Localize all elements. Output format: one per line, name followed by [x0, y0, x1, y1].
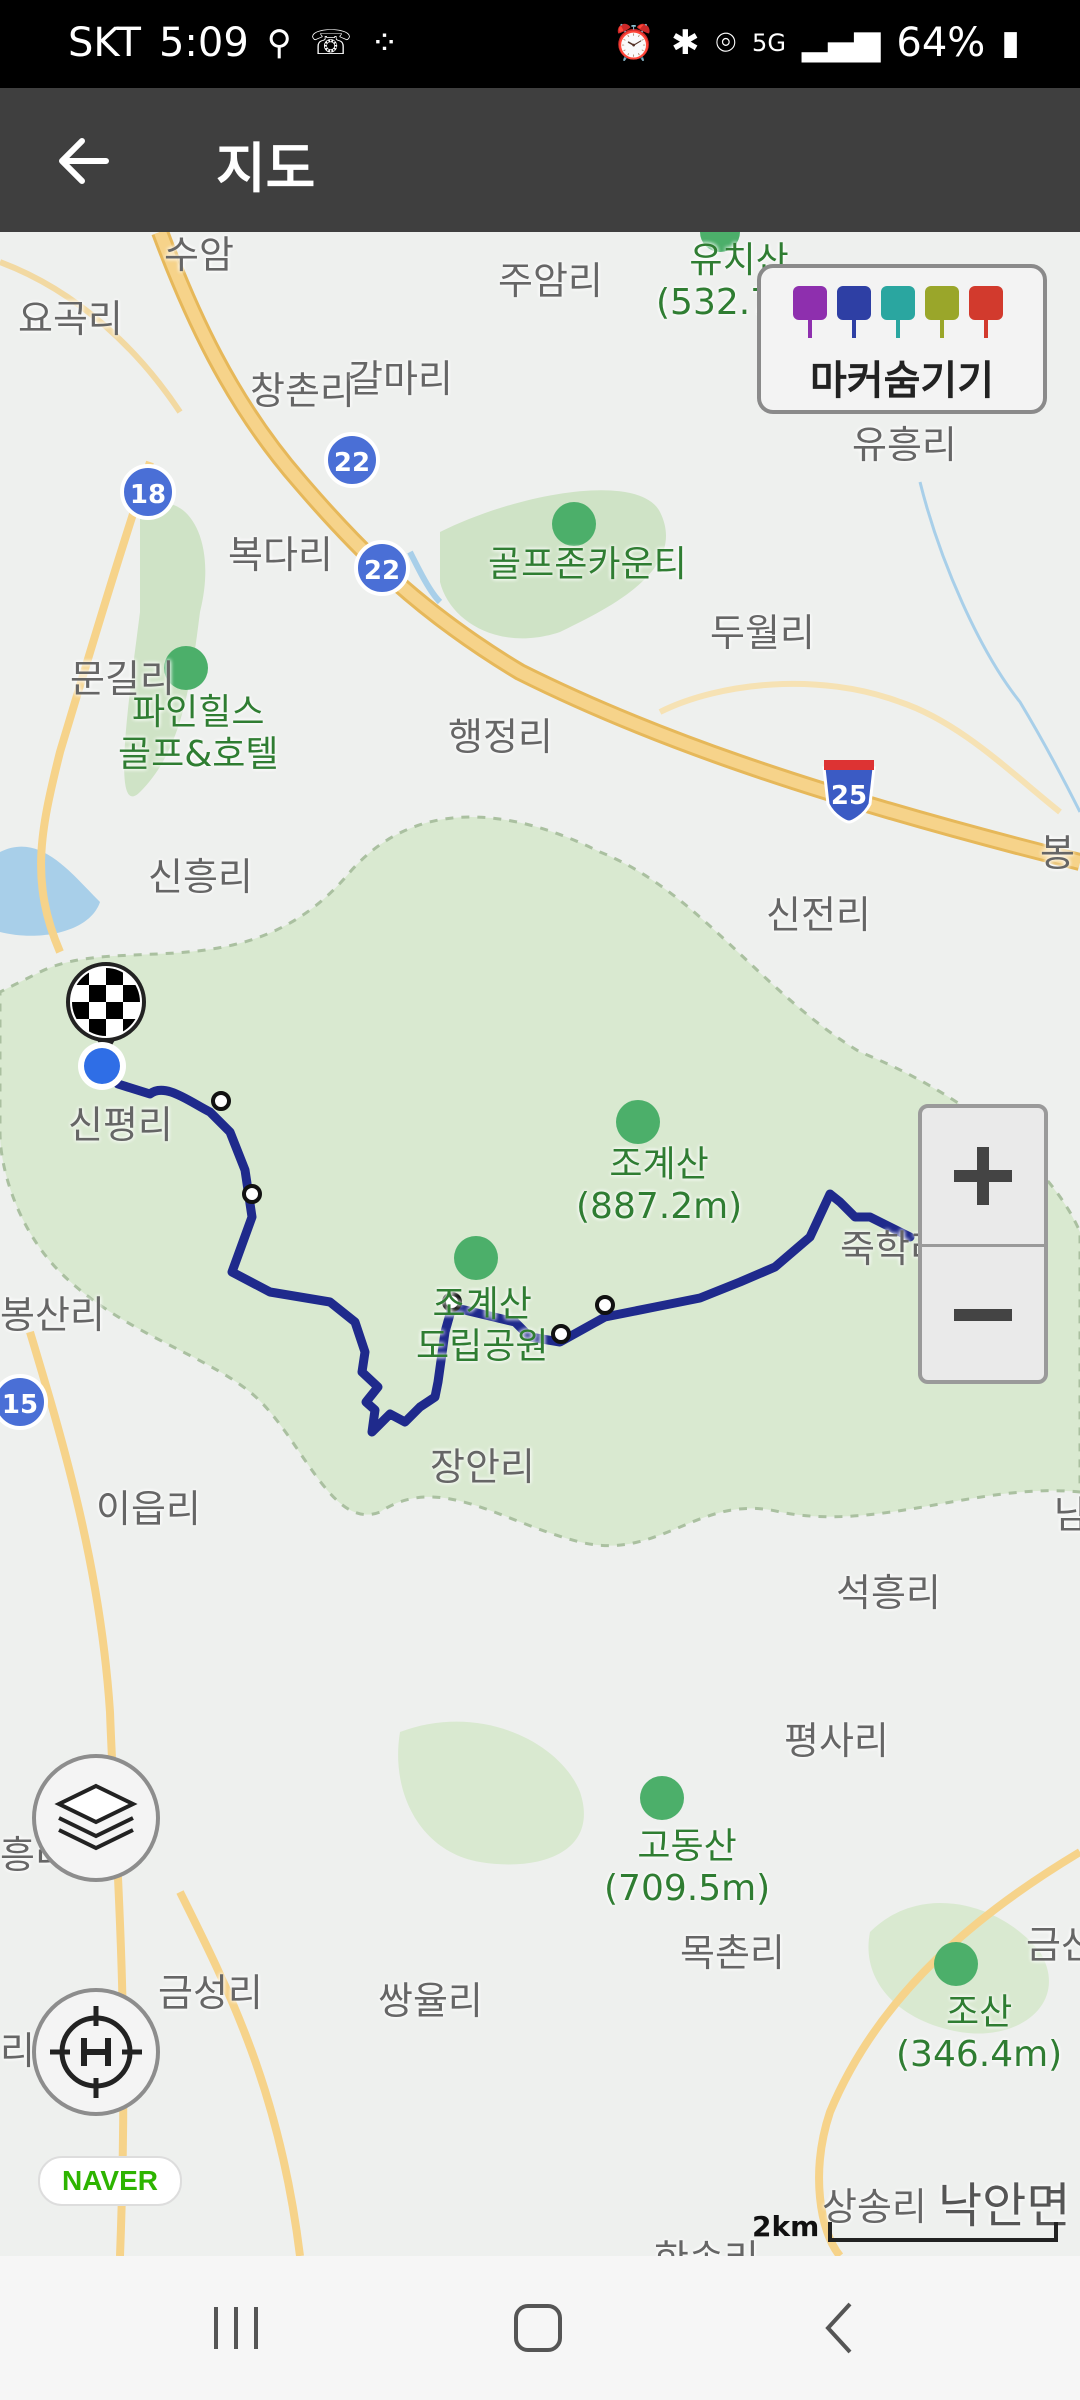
call-icon: ☏	[309, 23, 353, 63]
plus-icon	[954, 1147, 1012, 1205]
place-label: 석흥리	[836, 1571, 941, 1615]
pen-marker-icon	[881, 286, 915, 338]
bluetooth-icon: ✱	[671, 23, 700, 63]
road-number-22a: 22	[334, 448, 370, 478]
place-label: 리	[0, 2029, 35, 2073]
chevron-left-icon	[825, 2302, 852, 2354]
place-label: 요곡리	[18, 297, 123, 341]
road-number-22b: 22	[364, 556, 400, 586]
zoom-in-button[interactable]	[922, 1108, 1044, 1244]
place-label: 봉산리	[0, 1293, 105, 1337]
back-button[interactable]	[50, 126, 120, 196]
zoom-out-button[interactable]	[922, 1247, 1044, 1383]
poi-label: 파인힐스 골프&호텔	[118, 692, 279, 775]
battery-icon: ▮	[1001, 23, 1020, 63]
layers-button[interactable]	[32, 1754, 160, 1882]
camera-marker-icon	[793, 286, 827, 338]
zoom-control	[918, 1104, 1048, 1384]
system-back-button[interactable]	[800, 2296, 880, 2360]
page-title: 지도	[216, 137, 316, 200]
arrow-left-icon	[59, 138, 109, 184]
battery-percent: 64%	[896, 20, 986, 66]
layers-icon	[54, 1783, 138, 1851]
place-label: 한송리	[654, 2228, 759, 2256]
my-location-button[interactable]	[32, 1988, 160, 2116]
place-label: 이읍리	[96, 1487, 201, 1531]
home-button[interactable]	[498, 2296, 578, 2360]
hide-markers-label: 마커숨기기	[810, 358, 994, 404]
carrier-label: SKT	[68, 20, 141, 66]
marker-toggle-panel[interactable]: 마커숨기기	[757, 264, 1047, 414]
home-icon	[514, 2304, 562, 2352]
dots-icon: ⁘	[370, 23, 399, 63]
status-bar: SKT 5:09 ⚲ ☏ ⁘ ⏰ ✱ ⌾ 5G ▂▄▆ 64% ▮	[0, 0, 1080, 88]
place-label: 주암리	[498, 259, 603, 303]
poi-label: 고동산 (709.5m)	[604, 1826, 771, 1909]
location-icon: ⌾	[715, 23, 737, 63]
place-label: 두월리	[710, 611, 815, 655]
place-label: 신흥리	[148, 855, 253, 899]
place-label: 봉	[1040, 831, 1075, 875]
scale-label: 2km	[752, 2210, 820, 2243]
place-label: 평사리	[784, 1719, 889, 1763]
place-label: 창촌리	[250, 369, 355, 413]
recents-icon	[214, 2307, 258, 2349]
road-number-18: 18	[130, 480, 166, 510]
signal-icon: ▂▄▆	[801, 23, 881, 63]
minus-icon	[954, 1309, 1012, 1321]
poi-label: 조산 (346.4m)	[896, 1992, 1063, 2075]
road-number-25: 25	[831, 781, 867, 811]
poi-label: 조계산 (887.2m)	[576, 1144, 743, 1227]
alarm-icon: ⏰	[612, 23, 656, 63]
place-label: 신전리	[766, 893, 871, 937]
place-label: 장안리	[430, 1445, 535, 1489]
place-label: 쌍율리	[378, 1979, 483, 2023]
poi-label: 조계산 도립공원	[416, 1284, 549, 1367]
road-number-15: 15	[2, 1390, 38, 1420]
naver-logo: NAVER	[38, 2156, 182, 2206]
place-label: 수암	[164, 233, 234, 277]
walk-icon: ⚲	[266, 23, 292, 63]
place-label: 남	[1054, 1493, 1080, 1537]
scale-bar	[828, 2222, 1058, 2242]
5g-icon: 5G	[752, 29, 786, 57]
clock: 5:09	[158, 20, 249, 66]
place-label: 복다리	[228, 533, 333, 577]
note-marker-icon	[925, 286, 959, 338]
flag-marker-icon	[969, 286, 1003, 338]
place-label: 목촌리	[680, 1931, 785, 1975]
place-label: 금산	[1026, 1923, 1080, 1967]
place-label: 신평리	[68, 1103, 173, 1147]
recent-apps-button[interactable]	[196, 2296, 276, 2360]
video-marker-icon	[837, 286, 871, 338]
marker-icon-row	[793, 286, 1003, 338]
map-view[interactable]: 18 22 22 25 15 수암 주암리 유치산 (532.7m) 요곡리 창…	[0, 232, 1080, 2256]
poi-label: 골프존카운티	[488, 544, 687, 585]
target-icon	[50, 2006, 142, 2098]
place-label: 갈마리	[348, 357, 453, 401]
place-label: 행정리	[448, 715, 553, 759]
system-nav-bar	[0, 2256, 1080, 2400]
place-label: 유흥리	[852, 423, 957, 467]
place-label: 금성리	[158, 1971, 263, 2015]
app-bar: 지도	[0, 88, 1080, 232]
